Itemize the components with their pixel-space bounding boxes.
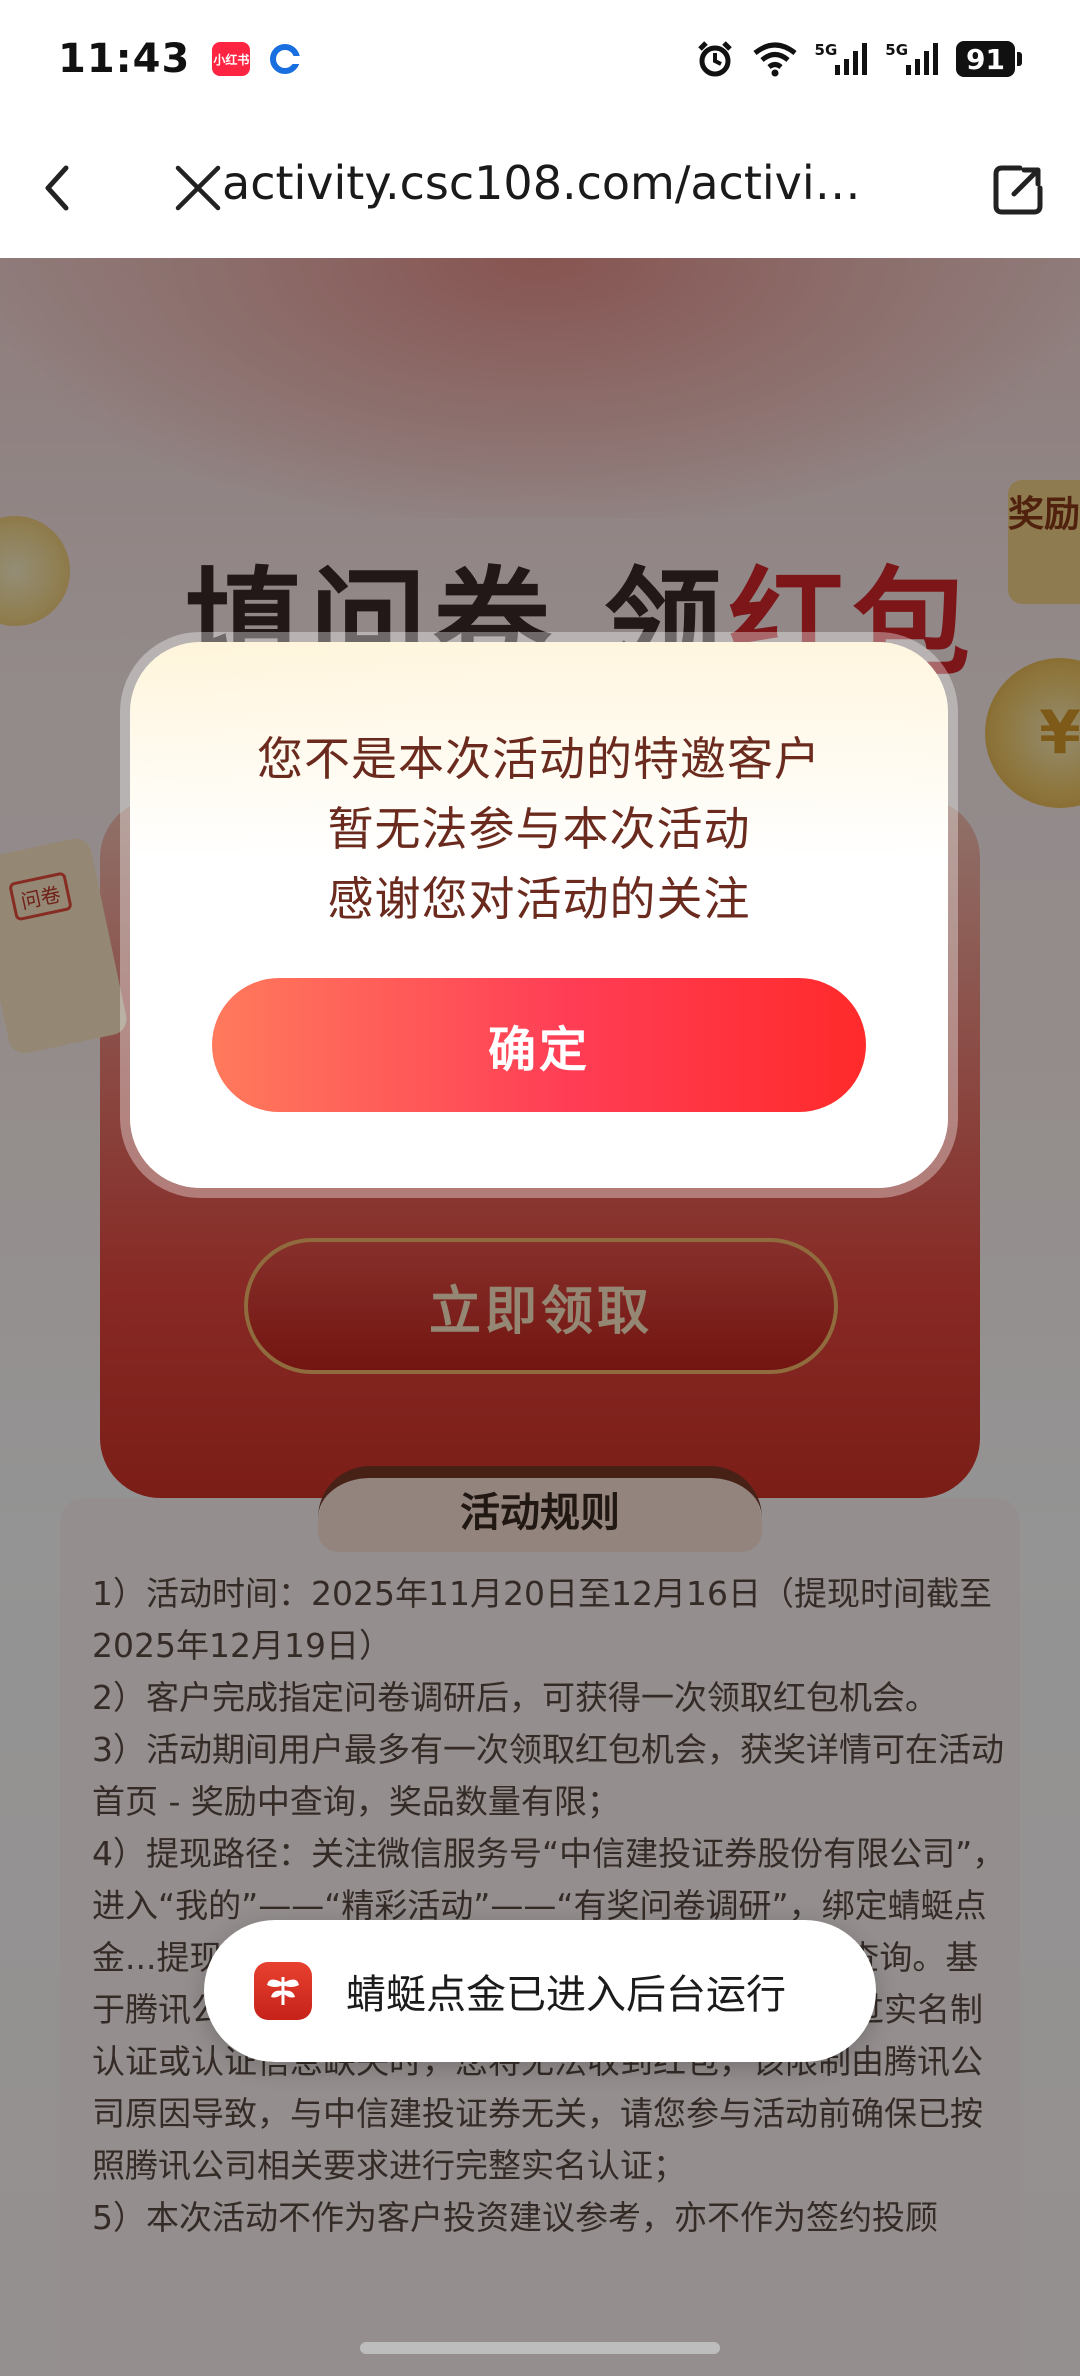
- battery-icon: 91: [956, 41, 1022, 77]
- dragonfly-app-icon: [254, 1962, 312, 2020]
- status-bar: 11:43 小红书 5G 5G 91: [0, 0, 1080, 118]
- dialog-message-line-2: 暂无法参与本次活动: [327, 802, 751, 856]
- confirm-button[interactable]: 确定: [212, 978, 866, 1112]
- dialog-message-line-1: 您不是本次活动的特邀客户: [257, 732, 821, 786]
- background-running-toast: 蜻蜓点金已进入后台运行: [204, 1920, 876, 2062]
- dialog-message-line-3: 感谢您对活动的关注: [327, 872, 751, 926]
- home-indicator[interactable]: [360, 2342, 720, 2354]
- battery-tip: [1017, 52, 1022, 66]
- status-indicators: 5G 5G 91: [695, 39, 1022, 79]
- share-external-icon[interactable]: [990, 162, 1046, 218]
- status-time: 11:43: [58, 36, 191, 82]
- xiaohongshu-app-icon: 小红书: [212, 42, 251, 76]
- bank-app-icon: [270, 44, 301, 74]
- back-arrow-icon[interactable]: [36, 158, 76, 218]
- alarm-icon: [695, 39, 735, 79]
- not-invited-dialog: 您不是本次活动的特邀客户 暂无法参与本次活动 感谢您对活动的关注 确定: [120, 632, 958, 1198]
- screen: 11:43 小红书 5G 5G 91 activity.csc108.com/a…: [0, 0, 1080, 2376]
- wifi-icon: [751, 41, 799, 77]
- battery-level: 91: [956, 41, 1015, 77]
- dialog-message: 您不是本次活动的特邀客户 暂无法参与本次活动 感谢您对活动的关注: [130, 724, 948, 934]
- signal-5g-icon-2: 5G: [885, 41, 940, 77]
- url-text[interactable]: activity.csc108.com/activity...: [222, 156, 862, 210]
- browser-nav-bar: activity.csc108.com/activity...: [0, 118, 1080, 258]
- toast-text: 蜻蜓点金已进入后台运行: [346, 1972, 786, 2018]
- close-icon[interactable]: [172, 162, 224, 214]
- signal-5g-icon-1: 5G: [815, 41, 870, 77]
